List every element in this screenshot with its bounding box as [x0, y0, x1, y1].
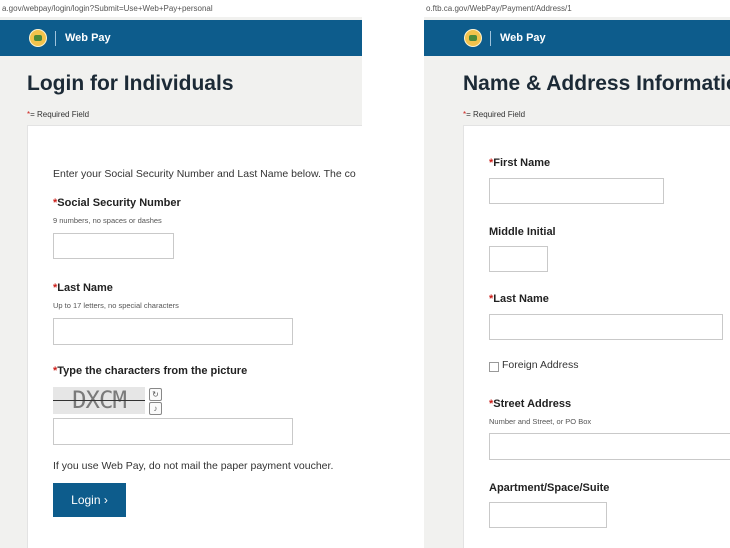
- last-name-label: *Last Name: [489, 293, 549, 305]
- first-name-label-text: First Name: [493, 157, 551, 169]
- apartment-label: Apartment/Space/Suite: [489, 482, 610, 494]
- login-card: Enter your Social Security Number and La…: [27, 125, 362, 548]
- address-card: *First Name Middle Initial *Last Name Fo…: [463, 125, 730, 548]
- middle-initial-label: Middle Initial: [489, 226, 556, 238]
- address-window: o.ftb.ca.gov/WebPay/Payment/Address/1 We…: [424, 0, 730, 548]
- middle-initial-input[interactable]: [489, 246, 548, 272]
- ssn-input[interactable]: [53, 233, 174, 259]
- foreign-address-label[interactable]: Foreign Address: [502, 359, 578, 371]
- address-bar[interactable]: a.gov/webpay/login/login?Submit=Use+Web+…: [0, 0, 362, 17]
- intro-text: Enter your Social Security Number and La…: [53, 168, 356, 180]
- required-note-text: = Required Field: [466, 110, 526, 119]
- ssn-hint: 9 numbers, no spaces or dashes: [53, 216, 162, 225]
- captcha-image: DXCM: [53, 387, 145, 414]
- foreign-address-checkbox[interactable]: [489, 362, 499, 372]
- required-note: *= Required Field: [463, 110, 525, 119]
- last-name-input[interactable]: [489, 314, 723, 340]
- chevron-right-icon: ›: [103, 493, 108, 507]
- last-name-label-text: Last Name: [57, 282, 113, 294]
- voucher-notice: If you use Web Pay, do not mail the pape…: [53, 460, 334, 472]
- last-name-label-text: Last Name: [493, 293, 549, 305]
- last-name-label: *Last Name: [53, 282, 113, 294]
- ssn-label: *Social Security Number: [53, 197, 181, 209]
- page-title: Name & Address Information: [463, 72, 730, 95]
- captcha-strike: [53, 400, 145, 401]
- first-name-input[interactable]: [489, 178, 664, 204]
- street-address-input[interactable]: [489, 433, 730, 460]
- header-divider: [55, 31, 56, 46]
- street-address-label-text: Street Address: [493, 398, 572, 410]
- site-header: Web Pay: [0, 20, 362, 56]
- ssn-label-text: Social Security Number: [57, 197, 181, 209]
- apartment-input[interactable]: [489, 502, 607, 528]
- required-note-text: = Required Field: [30, 110, 90, 119]
- last-name-hint: Up to 17 letters, no special characters: [53, 301, 179, 310]
- header-divider: [490, 31, 491, 46]
- app-name[interactable]: Web Pay: [500, 31, 546, 45]
- street-address-hint: Number and Street, or PO Box: [489, 417, 592, 426]
- audio-icon[interactable]: ♪: [149, 402, 162, 415]
- ftb-seal-icon[interactable]: [29, 29, 47, 47]
- login-button[interactable]: Login ›: [53, 483, 126, 517]
- ftb-seal-icon[interactable]: [464, 29, 482, 47]
- captcha-input[interactable]: [53, 418, 293, 445]
- refresh-icon[interactable]: ↻: [149, 388, 162, 401]
- site-header: Web Pay: [424, 20, 730, 56]
- first-name-label: *First Name: [489, 157, 551, 169]
- app-name[interactable]: Web Pay: [65, 31, 111, 45]
- login-window: a.gov/webpay/login/login?Submit=Use+Web+…: [0, 0, 362, 548]
- required-note: *= Required Field: [27, 110, 89, 119]
- last-name-input[interactable]: [53, 318, 293, 345]
- login-button-label: Login: [71, 493, 101, 507]
- address-bar[interactable]: o.ftb.ca.gov/WebPay/Payment/Address/1: [424, 0, 730, 17]
- captcha-label-text: Type the characters from the picture: [57, 365, 248, 377]
- street-address-label: *Street Address: [489, 398, 572, 410]
- captcha-label: *Type the characters from the picture: [53, 365, 248, 377]
- page-title: Login for Individuals: [27, 72, 234, 95]
